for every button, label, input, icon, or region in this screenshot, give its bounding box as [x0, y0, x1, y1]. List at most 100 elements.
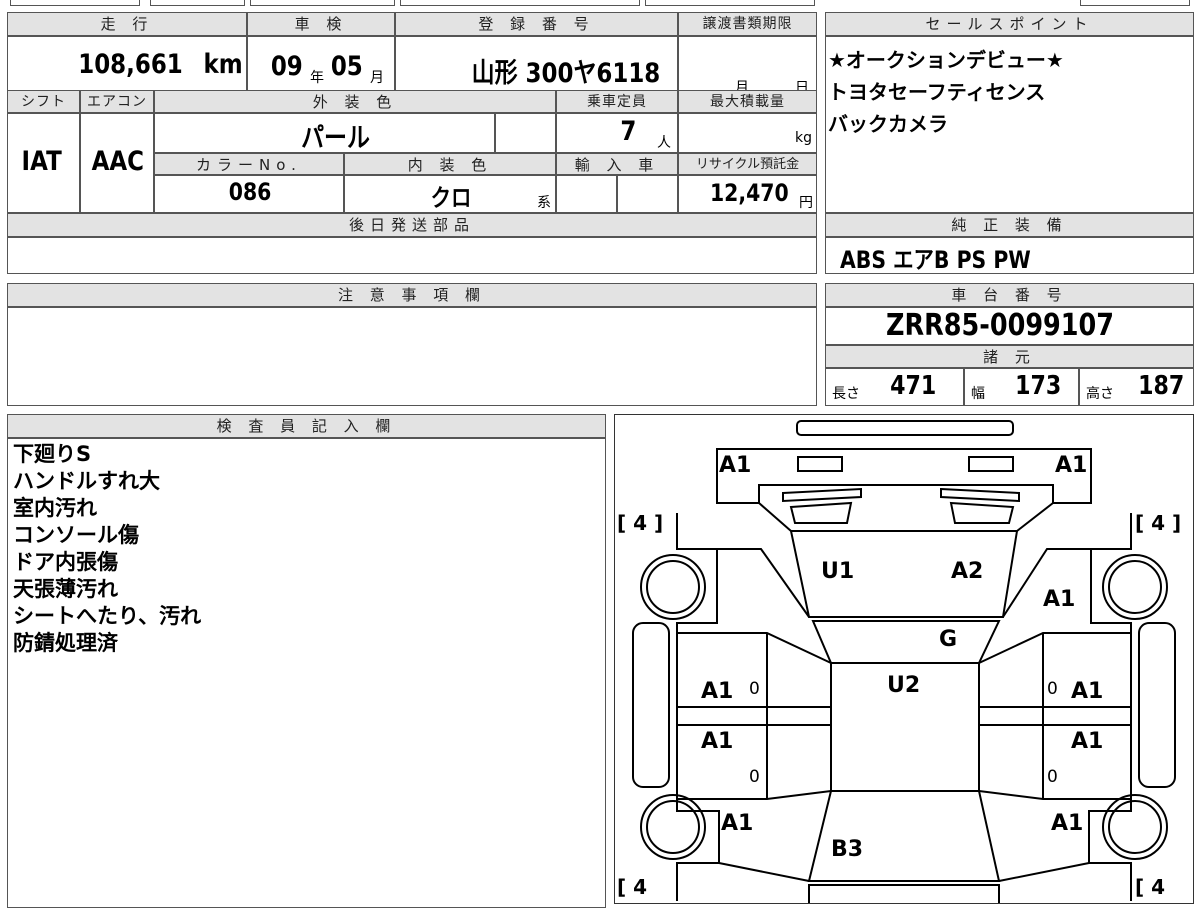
inspector-note-3: 室内汚れ	[13, 496, 97, 520]
specs-header: 諸 元	[825, 345, 1194, 368]
sales-points-block: セールスポイント ★オークションデビュー★ トヨタセーフティセンス バックカメラ…	[825, 12, 1194, 274]
tire-right-bottom: [ 4	[1135, 875, 1166, 899]
mark-right-rear-quarter: A1	[1051, 811, 1084, 836]
capacity-unit: 人	[657, 135, 671, 151]
mileage-unit: km	[203, 49, 243, 80]
mark-left-front-door: A1	[701, 679, 734, 704]
mark-front-left: A1	[719, 453, 752, 478]
car-diagram-panel: [ 4 ] [ 4 ] [ 4 [ 4 A1 A1 U1 A2 A1 G U2 …	[614, 414, 1194, 904]
length-value: 471	[890, 371, 937, 401]
exterior-color-extra	[495, 113, 556, 153]
equipment-cell: ABS エアB PS PW	[825, 237, 1194, 274]
inspector-note-5: ドア内張傷	[13, 550, 118, 574]
shift-value: IAT	[21, 146, 62, 177]
notes-cell	[7, 307, 817, 406]
notes-block: 注 意 事 項 欄	[7, 283, 817, 406]
mark-right-front-door-zero: 0	[1047, 679, 1058, 699]
mark-hood-right: A2	[951, 559, 984, 584]
sales-points-cell: ★オークションデビュー★ トヨタセーフティセンス バックカメラ	[825, 36, 1194, 213]
max-load-header: 最大積載量	[678, 90, 817, 113]
tire-right-top: [ 4 ]	[1135, 511, 1182, 535]
equipment-header: 純 正 装 備	[825, 213, 1194, 237]
notes-header: 注 意 事 項 欄	[7, 283, 817, 307]
transfer-deadline-header: 譲渡書類期限	[678, 12, 817, 36]
inspection-header: 車 検	[247, 12, 395, 36]
sales-points-header: セールスポイント	[825, 12, 1194, 36]
interior-color-header: 内 装 色	[344, 153, 556, 175]
color-no-header: カラーNo.	[154, 153, 344, 175]
mark-right-rear-door: A1	[1071, 729, 1104, 754]
sales-point-1: ★オークションデビュー★	[828, 48, 1064, 72]
inspector-note-2: ハンドルすれ大	[13, 469, 160, 493]
registration-header: 登 録 番 号	[395, 12, 678, 36]
recycle-header: リサイクル預託金	[678, 153, 817, 175]
max-load-unit: kg	[795, 130, 812, 146]
interior-color-cell: クロ 系	[344, 175, 556, 213]
later-parts-cell	[7, 237, 817, 274]
mark-hood-left: U1	[821, 559, 855, 584]
mark-front-right: A1	[1055, 453, 1088, 478]
inspector-header: 検 査 員 記 入 欄	[7, 414, 606, 438]
later-parts-header: 後日発送部品	[7, 213, 817, 237]
inspector-note-7: シートへたり、汚れ	[13, 604, 202, 628]
vehicle-info-block: 走 行 車 検 登 録 番 号 譲渡書類期限 108,661 km 09 年 0…	[7, 12, 817, 274]
inspector-note-4: コンソール傷	[13, 523, 139, 547]
interior-color-value: クロ	[430, 184, 472, 212]
equipment-value: ABS エアB PS PW	[840, 246, 1031, 274]
chassis-cell: ZRR85-0099107	[825, 307, 1194, 345]
aircon-cell: AAC	[80, 113, 154, 213]
capacity-header: 乗車定員	[556, 90, 678, 113]
length-label: 長さ	[832, 386, 860, 402]
mileage-value: 108,661	[78, 49, 183, 80]
inspector-note-6: 天張薄汚れ	[13, 577, 118, 601]
mark-back-door: B3	[831, 837, 864, 862]
chassis-block: 車 台 番 号 ZRR85-0099107 諸 元 長さ 471 幅 173 高…	[825, 283, 1194, 406]
interior-color-suffix: 系	[537, 195, 551, 211]
recycle-value: 12,470	[710, 179, 790, 207]
exterior-color-value: パール	[301, 123, 370, 154]
tire-left-top: [ 4 ]	[617, 511, 664, 535]
recycle-unit: 円	[799, 195, 813, 211]
inspection-year-unit: 年	[310, 70, 324, 86]
width-value: 173	[1015, 371, 1062, 401]
capacity-value: 7	[620, 116, 637, 147]
width-label: 幅	[971, 386, 985, 402]
specs-height-cell: 高さ 187	[1079, 368, 1194, 406]
chassis-value: ZRR85-0099107	[886, 308, 1115, 343]
inspector-note-1: 下廻りS	[13, 442, 92, 466]
height-label: 高さ	[1086, 386, 1114, 402]
import-cell-a	[556, 175, 617, 213]
mark-left-front-door-zero: 0	[749, 679, 760, 699]
chassis-header: 車 台 番 号	[825, 283, 1194, 307]
mark-windshield: G	[939, 627, 958, 652]
specs-width-cell: 幅 173	[964, 368, 1079, 406]
inspection-month: 05	[330, 51, 363, 82]
mark-left-rear-zero: 0	[749, 767, 760, 787]
sales-point-2: トヨタセーフティセンス	[828, 80, 1046, 104]
mark-right-front-door: A1	[1071, 679, 1104, 704]
color-no-value: 086	[228, 178, 272, 206]
import-cell-b	[617, 175, 678, 213]
color-no-cell: 086	[154, 175, 344, 213]
capacity-cell: 7 人	[556, 113, 678, 153]
mark-left-rear-quarter: A1	[721, 811, 754, 836]
tire-left-bottom: [ 4	[617, 875, 648, 899]
mark-left-rear-door: A1	[701, 729, 734, 754]
inspector-cell: 下廻りS ハンドルすれ大 室内汚れ コンソール傷 ドア内張傷 天張薄汚れ シート…	[7, 438, 606, 908]
exterior-color-cell: パール	[154, 113, 495, 154]
exterior-color-header: 外 装 色	[154, 90, 556, 113]
height-value: 187	[1138, 371, 1185, 401]
aircon-value: AAC	[91, 146, 144, 177]
recycle-cell: 12,470 円	[678, 175, 817, 213]
top-cut-strip	[0, 0, 1200, 7]
mark-right-rear-zero: 0	[1047, 767, 1058, 787]
mark-right-fender: A1	[1043, 587, 1076, 612]
inspection-month-unit: 月	[370, 70, 384, 86]
mileage-header: 走 行	[7, 12, 247, 36]
registration-number: 山形 300ヤ6118	[471, 58, 661, 89]
max-load-cell: kg	[678, 113, 817, 153]
import-header: 輸 入 車	[556, 153, 678, 175]
specs-length-cell: 長さ 471	[825, 368, 964, 406]
inspector-note-8: 防錆処理済	[13, 631, 118, 655]
car-diagram	[632, 420, 1176, 903]
